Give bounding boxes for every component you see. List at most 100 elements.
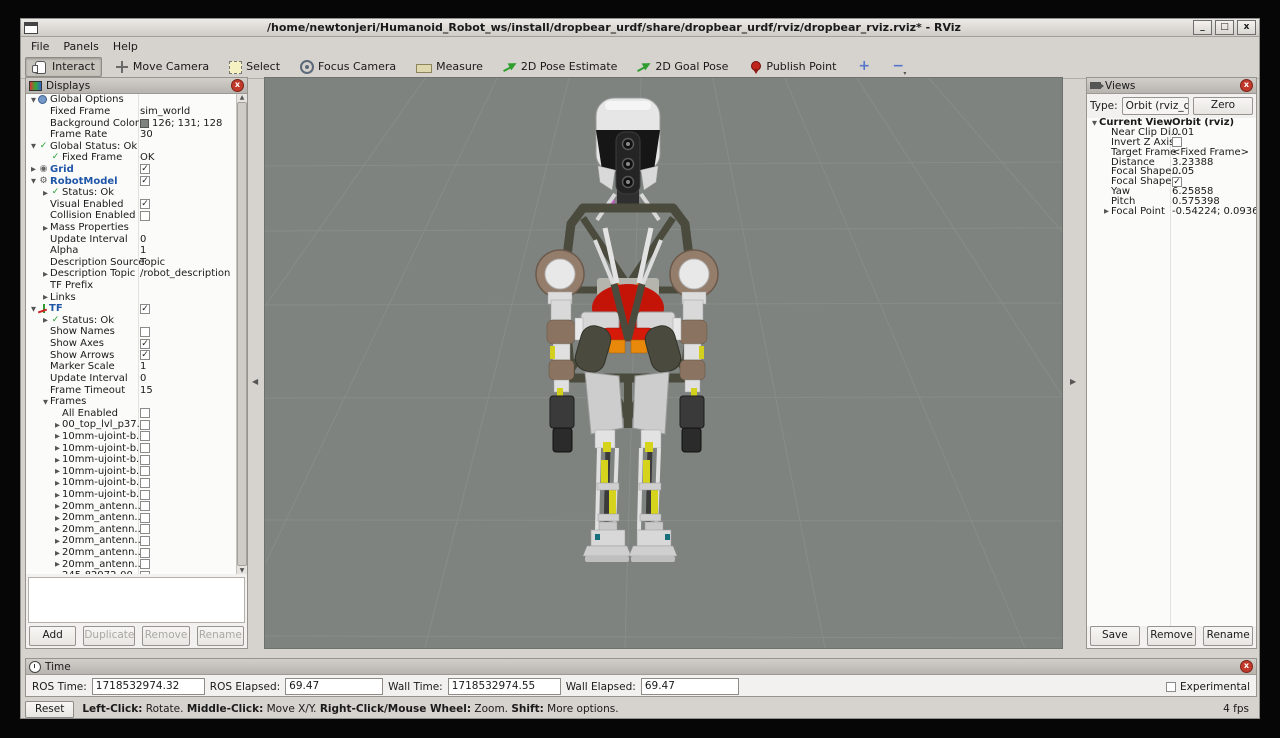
minimize-button[interactable]: _: [1193, 20, 1212, 35]
toolbar-button-minus[interactable]: [883, 57, 911, 77]
property-value[interactable]: [140, 548, 150, 558]
checkbox[interactable]: [140, 176, 150, 186]
save-button[interactable]: Save: [1090, 626, 1140, 646]
checkbox[interactable]: [140, 350, 150, 360]
property-value[interactable]: [140, 524, 150, 534]
checkbox[interactable]: [140, 524, 150, 534]
expand-arrow-icon[interactable]: ▶: [41, 189, 50, 197]
tree-row[interactable]: Show Names: [26, 326, 247, 338]
expand-arrow-icon[interactable]: ▶: [41, 316, 50, 324]
checkbox[interactable]: [140, 339, 150, 349]
add-button[interactable]: Add: [29, 626, 76, 646]
property-value[interactable]: OK: [140, 152, 154, 163]
toolbar-button-focus-camera[interactable]: Focus Camera: [293, 56, 403, 77]
expand-arrow-icon[interactable]: ▶: [53, 502, 62, 510]
expand-arrow-icon[interactable]: ▶: [41, 224, 50, 232]
expand-arrow-icon[interactable]: ▶: [53, 491, 62, 499]
checkbox[interactable]: [140, 548, 150, 558]
property-value[interactable]: [140, 431, 150, 441]
time-field-input[interactable]: 1718532974.55: [448, 678, 561, 695]
expand-arrow-icon[interactable]: ▶: [29, 165, 38, 173]
expand-arrow-icon[interactable]: ▶: [41, 270, 50, 278]
title-bar[interactable]: /home/newtonjeri/Humanoid_Robot_ws/insta…: [21, 19, 1259, 37]
property-value[interactable]: 126; 131; 128: [140, 118, 222, 129]
checkbox[interactable]: [140, 199, 150, 209]
tree-row[interactable]: Fixed Framesim_world: [26, 106, 247, 118]
collapse-right-icon[interactable]: ▶: [1070, 377, 1076, 386]
tree-row[interactable]: Frame Rate30: [26, 129, 247, 141]
property-value[interactable]: [140, 571, 150, 574]
property-value[interactable]: [140, 176, 150, 186]
property-value[interactable]: [140, 350, 150, 360]
toolbar-button-move-camera[interactable]: Move Camera: [108, 57, 216, 77]
tree-row[interactable]: ▼⚙RobotModel: [26, 175, 247, 187]
tree-row[interactable]: Show Arrows: [26, 349, 247, 361]
checkbox[interactable]: [140, 536, 150, 546]
maximize-button[interactable]: □: [1215, 20, 1234, 35]
property-value[interactable]: [140, 199, 150, 209]
time-field-input[interactable]: 1718532974.32: [92, 678, 205, 695]
rename-button[interactable]: Rename: [1203, 626, 1253, 646]
property-value[interactable]: [140, 211, 150, 221]
tree-row[interactable]: ▼Global Options: [26, 94, 247, 106]
checkbox[interactable]: [140, 304, 150, 314]
tree-row[interactable]: TF Prefix: [26, 280, 247, 292]
toolbar-button-interact[interactable]: Interact: [25, 57, 102, 77]
property-value[interactable]: [140, 513, 150, 523]
property-value[interactable]: [140, 466, 150, 476]
tree-row[interactable]: ▶10mm-ujoint-b...: [26, 431, 247, 443]
tree-row[interactable]: ▼Frames: [26, 396, 247, 408]
tree-row[interactable]: ▶245-82972-00...: [26, 570, 247, 574]
tree-row[interactable]: ▶20mm_antenn...: [26, 500, 247, 512]
tree-row[interactable]: Show Axes: [26, 338, 247, 350]
checkbox[interactable]: [140, 478, 150, 488]
expand-arrow-icon[interactable]: ▶: [53, 572, 62, 574]
property-value[interactable]: [140, 536, 150, 546]
views-panel-header[interactable]: Views x: [1087, 78, 1256, 94]
checkbox[interactable]: [140, 420, 150, 430]
property-value[interactable]: 30: [140, 129, 153, 140]
checkbox[interactable]: [140, 571, 150, 574]
toolbar-button-2d-goal-pose[interactable]: 2D Goal Pose: [630, 57, 735, 77]
checkbox[interactable]: [140, 466, 150, 476]
views-close-icon[interactable]: x: [1240, 79, 1253, 92]
displays-close-icon[interactable]: x: [231, 79, 244, 92]
property-value[interactable]: 1: [140, 361, 146, 372]
tree-row[interactable]: ✓Fixed FrameOK: [26, 152, 247, 164]
view-type-dropdown[interactable]: Orbit (rviz_default_ ▼: [1122, 97, 1189, 115]
checkbox[interactable]: [140, 501, 150, 511]
right-splitter[interactable]: ▶: [1063, 77, 1086, 649]
tree-row[interactable]: ▶10mm-ujoint-b...: [26, 454, 247, 466]
tree-row[interactable]: ▶✓Status: Ok: [26, 315, 247, 327]
expand-arrow-icon[interactable]: ▶: [1102, 207, 1111, 215]
checkbox[interactable]: [140, 408, 150, 418]
reset-button[interactable]: Reset: [25, 701, 74, 718]
expand-arrow-icon[interactable]: ▶: [53, 444, 62, 452]
tree-row[interactable]: ▶Links: [26, 291, 247, 303]
checkbox[interactable]: [140, 455, 150, 465]
left-splitter[interactable]: ◀: [248, 77, 264, 649]
property-value[interactable]: [140, 327, 150, 337]
checkbox[interactable]: [140, 164, 150, 174]
tree-row[interactable]: Update Interval0: [26, 373, 247, 385]
checkbox[interactable]: [140, 490, 150, 500]
property-value[interactable]: [140, 339, 150, 349]
expand-arrow-icon[interactable]: ▼: [29, 177, 38, 185]
expand-arrow-icon[interactable]: ▶: [53, 549, 62, 557]
zero-button[interactable]: Zero: [1193, 97, 1253, 115]
toolbar-button-plus[interactable]: [849, 57, 877, 77]
property-value[interactable]: [140, 501, 150, 511]
checkbox[interactable]: [140, 559, 150, 569]
remove-button[interactable]: Remove: [1147, 626, 1197, 646]
checkbox[interactable]: [140, 431, 150, 441]
time-panel-header[interactable]: Time x: [26, 659, 1256, 675]
expand-arrow-icon[interactable]: ▼: [29, 96, 38, 104]
toolbar-button-select[interactable]: Select: [222, 57, 287, 77]
toolbar-button-publish-point[interactable]: Publish Point: [741, 57, 843, 77]
expand-arrow-icon[interactable]: ▶: [53, 456, 62, 464]
property-value[interactable]: [140, 490, 150, 500]
checkbox[interactable]: [140, 327, 150, 337]
property-value[interactable]: 0: [140, 234, 146, 245]
tree-row[interactable]: Marker Scale1: [26, 361, 247, 373]
expand-arrow-icon[interactable]: ▶: [53, 467, 62, 475]
